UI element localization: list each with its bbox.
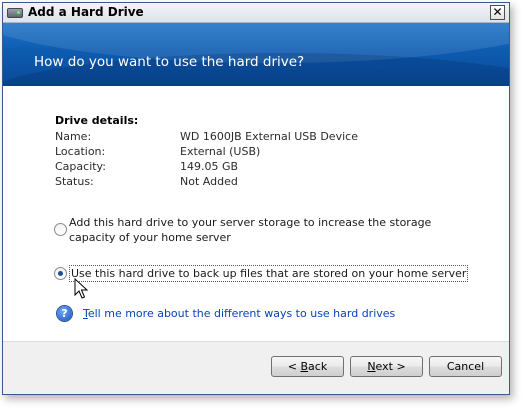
detail-label: Capacity:: [55, 160, 106, 173]
help-link-text: ell me more about the different ways to …: [87, 307, 396, 320]
close-icon: ✕: [492, 5, 503, 19]
backup-option-radio[interactable]: [54, 267, 67, 280]
backup-option-label[interactable]: Use this hard drive to back up files tha…: [69, 265, 469, 282]
cancel-button[interactable]: Cancel: [429, 356, 502, 377]
back-button[interactable]: < Back: [271, 356, 344, 377]
back-rest: ack: [308, 360, 328, 373]
mouse-cursor-icon: [74, 278, 88, 299]
close-button[interactable]: ✕: [490, 5, 505, 20]
button-bar: < Back Next > Cancel: [3, 341, 509, 394]
back-mnemonic: B: [300, 360, 309, 373]
detail-value: WD 1600JB External USB Device: [180, 130, 358, 143]
detail-label: Status:: [55, 175, 94, 188]
window-title: Add a Hard Drive: [28, 5, 144, 19]
header-banner: How do you want to use the hard drive?: [3, 23, 509, 86]
detail-value: 149.05 GB: [180, 160, 239, 173]
help-link[interactable]: Tell me more about the different ways to…: [83, 307, 395, 320]
next-rest: ext >: [375, 360, 406, 373]
title-bar[interactable]: Add a Hard Drive ✕: [3, 3, 509, 23]
content-area: Drive details: Name: WD 1600JB External …: [3, 86, 509, 342]
storage-option-radio[interactable]: [54, 223, 67, 236]
back-prefix: <: [287, 360, 301, 373]
page-heading: How do you want to use the hard drive?: [34, 54, 305, 70]
detail-value: External (USB): [180, 145, 261, 158]
drive-details-heading: Drive details:: [55, 114, 139, 127]
help-icon: ?: [57, 306, 72, 321]
detail-value: Not Added: [180, 175, 238, 188]
cancel-label: Cancel: [446, 360, 485, 373]
detail-label: Name:: [55, 130, 92, 143]
hard-drive-icon: [7, 8, 23, 18]
add-hard-drive-dialog: Add a Hard Drive ✕ How do you want to us…: [2, 2, 510, 395]
next-mnemonic: N: [367, 360, 376, 373]
detail-label: Location:: [55, 145, 106, 158]
next-button[interactable]: Next >: [350, 356, 423, 377]
storage-option-label[interactable]: Add this hard drive to your server stora…: [69, 215, 459, 245]
